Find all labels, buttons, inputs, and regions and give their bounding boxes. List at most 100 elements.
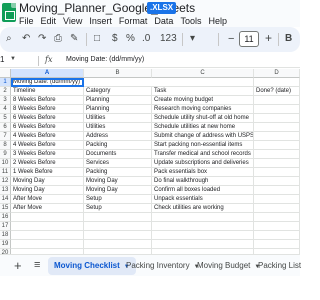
cell-d3[interactable] xyxy=(254,96,300,105)
add-sheet-icon[interactable]: + xyxy=(14,259,22,272)
cell-b12[interactable]: Moving Day xyxy=(84,177,152,186)
sheet-tab-moving-checklist[interactable]: Moving Checklist ▼ xyxy=(48,257,136,275)
menu-help[interactable]: Help xyxy=(208,15,227,27)
cell-d16[interactable] xyxy=(254,213,300,222)
cell-a18[interactable] xyxy=(11,231,84,240)
cell-a2[interactable]: Timeline xyxy=(11,87,84,96)
column-header-b[interactable]: B xyxy=(84,69,152,78)
sheet-tab-packing-list[interactable]: Packing List xyxy=(258,257,301,275)
row-header[interactable]: 14 xyxy=(0,195,11,204)
cell-c12[interactable]: Do final walkthrough xyxy=(152,177,254,186)
cell-a6[interactable]: 6 Weeks Before xyxy=(11,123,84,132)
cell-d6[interactable] xyxy=(254,123,300,132)
decimal-icon[interactable]: .0 xyxy=(142,33,150,45)
menu-view[interactable]: View xyxy=(63,15,82,27)
cell-d12[interactable] xyxy=(254,177,300,186)
cell-b5[interactable]: Utilities xyxy=(84,114,152,123)
row-header[interactable]: 11 xyxy=(0,168,11,177)
row-header[interactable]: 5 xyxy=(0,114,11,123)
row-header[interactable]: 12 xyxy=(0,177,11,186)
cell-d5[interactable] xyxy=(254,114,300,123)
cell-c10[interactable]: Update subscriptions and deliveries xyxy=(152,159,254,168)
cell-d14[interactable] xyxy=(254,195,300,204)
cell-d13[interactable] xyxy=(254,186,300,195)
cell-c19[interactable] xyxy=(152,240,254,249)
chevron-down-icon[interactable]: ▼ xyxy=(10,56,16,62)
cell-a15[interactable]: After Move xyxy=(11,204,84,213)
cell-d18[interactable] xyxy=(254,231,300,240)
zoom-icon[interactable]: □ xyxy=(94,33,100,45)
cell-a17[interactable] xyxy=(11,222,84,231)
cell-b7[interactable]: Address xyxy=(84,132,152,141)
decrease-font-size-button[interactable]: − xyxy=(228,33,234,45)
cell-a12[interactable]: Moving Day xyxy=(11,177,84,186)
row-header[interactable]: 1 xyxy=(0,78,11,87)
cell-b14[interactable]: Setup xyxy=(84,195,152,204)
undo-icon[interactable]: ↶ xyxy=(22,33,30,45)
row-header[interactable]: 4 xyxy=(0,105,11,114)
row-header[interactable]: 19 xyxy=(0,240,11,249)
cell-a3[interactable]: 8 Weeks Before xyxy=(11,96,84,105)
row-header[interactable]: 10 xyxy=(0,159,11,168)
cell-b16[interactable] xyxy=(84,213,152,222)
all-sheets-icon[interactable]: ≡ xyxy=(34,259,40,272)
sheet-tab-packing-inventory[interactable]: Packing Inventory ▼ xyxy=(126,257,200,275)
cell-b9[interactable]: Documents xyxy=(84,150,152,159)
row-header[interactable]: 13 xyxy=(0,186,11,195)
sheet-tab-moving-budget[interactable]: Moving Budget ▼ xyxy=(197,257,260,275)
cell-b17[interactable] xyxy=(84,222,152,231)
cell-c5[interactable]: Schedule utility shut-off at old home xyxy=(152,114,254,123)
cell-a10[interactable]: 2 Weeks Before xyxy=(11,159,84,168)
formula-input[interactable]: Moving Date: (dd/mm/yy) xyxy=(66,56,144,63)
select-all-corner[interactable] xyxy=(0,69,11,78)
percent-icon[interactable]: % xyxy=(126,33,135,45)
cell-d7[interactable] xyxy=(254,132,300,141)
search-menus-icon[interactable]: ⌕ xyxy=(6,33,12,45)
cell-d10[interactable] xyxy=(254,159,300,168)
row-header[interactable]: 8 xyxy=(0,141,11,150)
cell-c18[interactable] xyxy=(152,231,254,240)
print-icon[interactable]: ⎙ xyxy=(54,33,62,45)
increase-font-size-button[interactable]: + xyxy=(265,32,272,44)
menu-data[interactable]: Data xyxy=(154,15,173,27)
cell-a11[interactable]: 1 Week Before xyxy=(11,168,84,177)
menu-tools[interactable]: Tools xyxy=(180,15,201,27)
cell-c14[interactable]: Unpack essentials xyxy=(152,195,254,204)
cell-c6[interactable]: Schedule utilities at new home xyxy=(152,123,254,132)
cell-d1[interactable] xyxy=(254,78,300,87)
row-header[interactable]: 17 xyxy=(0,222,11,231)
menu-insert[interactable]: Insert xyxy=(89,15,112,27)
cell-c13[interactable]: Confirm all boxes loaded xyxy=(152,186,254,195)
redo-icon[interactable]: ↷ xyxy=(38,33,46,45)
cell-d15[interactable] xyxy=(254,204,300,213)
cell-c9[interactable]: Transfer medical and school records xyxy=(152,150,254,159)
cell-c11[interactable]: Pack essentials box xyxy=(152,168,254,177)
cell-b2[interactable]: Category xyxy=(84,87,152,96)
cell-d4[interactable] xyxy=(254,105,300,114)
cell-b15[interactable]: Setup xyxy=(84,204,152,213)
cell-a16[interactable] xyxy=(11,213,84,222)
cell-b4[interactable]: Planning xyxy=(84,105,152,114)
cell-d9[interactable] xyxy=(254,150,300,159)
cell-c1[interactable] xyxy=(152,78,254,87)
cell-c8[interactable]: Start packing non-essential items xyxy=(152,141,254,150)
row-header[interactable]: 15 xyxy=(0,204,11,213)
cell-a13[interactable]: Moving Day xyxy=(11,186,84,195)
row-header[interactable]: 6 xyxy=(0,123,11,132)
cell-a8[interactable]: 4 Weeks Before xyxy=(11,141,84,150)
cell-b19[interactable] xyxy=(84,240,152,249)
bold-button[interactable]: B xyxy=(285,33,292,44)
name-box[interactable]: 1 xyxy=(0,55,4,64)
row-header[interactable]: 18 xyxy=(0,231,11,240)
cell-a9[interactable]: 3 Weeks Before xyxy=(11,150,84,159)
cell-a7[interactable]: 4 Weeks Before xyxy=(11,132,84,141)
cell-d2[interactable]: Done? (date) xyxy=(254,87,300,96)
cell-a19[interactable] xyxy=(11,240,84,249)
cell-c2[interactable]: Task xyxy=(152,87,254,96)
row-header[interactable]: 2 xyxy=(0,87,11,96)
cell-a14[interactable]: After Move xyxy=(11,195,84,204)
cell-b11[interactable]: Packing xyxy=(84,168,152,177)
currency-icon[interactable]: $ xyxy=(112,33,118,45)
row-header[interactable]: 9 xyxy=(0,150,11,159)
cell-d19[interactable] xyxy=(254,240,300,249)
